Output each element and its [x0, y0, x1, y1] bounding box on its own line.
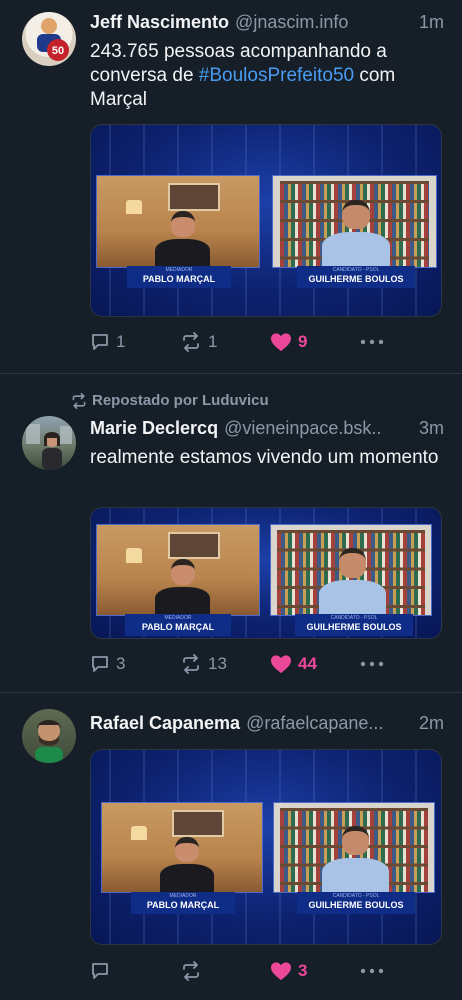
- heart-icon: [271, 333, 291, 352]
- caption-name: GUILHERME BOULOS: [306, 622, 402, 632]
- more-options-button[interactable]: [360, 339, 400, 345]
- video-panel-left: [101, 802, 263, 893]
- author-handle[interactable]: @vieneinpace.bsk..: [224, 418, 411, 439]
- avatar-image: 50: [37, 18, 69, 61]
- post-time[interactable]: 3m: [419, 418, 444, 439]
- author-name[interactable]: Marie Declercq: [90, 418, 218, 439]
- repost-button[interactable]: 1: [180, 332, 270, 352]
- caption-left: MEDIADOR PABLO MARÇAL: [127, 266, 231, 288]
- author-handle[interactable]: @rafaelcapane...: [246, 713, 411, 734]
- heart-icon: [271, 962, 291, 981]
- more-options-button[interactable]: [360, 661, 400, 667]
- repost-icon: [72, 392, 86, 409]
- feed-post[interactable]: 50 Jeff Nascimento @jnascim.info 1m 243.…: [0, 0, 462, 374]
- avatar[interactable]: 50: [22, 12, 76, 66]
- caption-role: CANDIDATO - PSOL: [332, 893, 380, 899]
- caption-left: MEDIADOR PABLO MARÇAL: [131, 892, 235, 914]
- caption-right: CANDIDATO - PSOL GUILHERME BOULOS: [295, 614, 413, 636]
- more-options-button[interactable]: [360, 968, 400, 974]
- post-actions: 1 1 9: [90, 330, 442, 354]
- author-name[interactable]: Jeff Nascimento: [90, 12, 229, 33]
- avatar-image: [26, 424, 72, 470]
- avatar[interactable]: [22, 416, 76, 470]
- caption-name: PABLO MARÇAL: [142, 274, 216, 284]
- caption-role: MEDIADOR: [164, 615, 192, 621]
- reply-count: 1: [116, 332, 126, 351]
- repost-icon: [183, 332, 199, 352]
- repost-icon: [183, 654, 199, 674]
- video-panel-right: [273, 802, 435, 893]
- post-video-thumbnail[interactable]: MEDIADOR PABLO MARÇAL CANDIDATO - PSOL G…: [90, 507, 442, 639]
- reply-count: 3: [116, 654, 126, 673]
- like-count: 3: [298, 961, 308, 980]
- caption-left: MEDIADOR PABLO MARÇAL: [125, 614, 231, 636]
- video-panel-left: [96, 175, 260, 268]
- caption-role: CANDIDATO - PSOL: [332, 267, 380, 273]
- post-actions: 3 13 44: [90, 652, 442, 676]
- repost-button[interactable]: [180, 961, 270, 981]
- post-header: Marie Declercq @vieneinpace.bsk.. 3m: [90, 418, 444, 439]
- feed-post[interactable]: Repostado por Luduvicu Marie Declercq @v…: [0, 374, 462, 693]
- caption-name: GUILHERME BOULOS: [308, 274, 404, 284]
- reply-icon: [92, 963, 108, 979]
- svg-text:50: 50: [52, 45, 64, 57]
- post-video-thumbnail[interactable]: MEDIADOR PABLO MARÇAL CANDIDATO - PSOL G…: [90, 124, 442, 317]
- like-count: 44: [298, 654, 317, 673]
- caption-right: CANDIDATO - PSOL GUILHERME BOULOS: [297, 266, 415, 288]
- author-handle[interactable]: @jnascim.info: [235, 12, 411, 33]
- post-header: Jeff Nascimento @jnascim.info 1m: [90, 12, 444, 33]
- video-panel-right: [270, 524, 432, 616]
- like-count: 9: [298, 332, 308, 351]
- post-video-thumbnail[interactable]: MEDIADOR PABLO MARÇAL CANDIDATO - PSOL G…: [90, 749, 442, 945]
- feed-post[interactable]: Rafael Capanema @rafaelcapane... 2m MEDI…: [0, 693, 462, 1000]
- like-button[interactable]: 3: [270, 961, 360, 981]
- more-icon: [360, 968, 384, 974]
- repost-count: 13: [208, 654, 227, 673]
- post-time[interactable]: 1m: [419, 12, 444, 33]
- avatar[interactable]: [22, 709, 76, 763]
- more-icon: [360, 661, 384, 667]
- repost-count: 1: [208, 332, 218, 351]
- reply-icon: [92, 334, 108, 350]
- repost-indicator[interactable]: Repostado por Luduvicu: [70, 392, 269, 409]
- post-actions: 3: [90, 959, 442, 983]
- reply-button[interactable]: [90, 961, 180, 981]
- like-button[interactable]: 44: [270, 654, 360, 674]
- caption-name: PABLO MARÇAL: [146, 900, 220, 910]
- author-name[interactable]: Rafael Capanema: [90, 713, 240, 734]
- repost-label: Repostado por Luduvicu: [92, 392, 269, 409]
- like-button[interactable]: 9: [270, 332, 360, 352]
- caption-right: CANDIDATO - PSOL GUILHERME BOULOS: [297, 892, 415, 914]
- heart-icon: [271, 655, 291, 674]
- caption-name: GUILHERME BOULOS: [308, 900, 404, 910]
- caption-name: PABLO MARÇAL: [141, 622, 215, 632]
- avatar-image: [35, 720, 63, 763]
- video-panel-right: [272, 175, 437, 268]
- repost-button[interactable]: 13: [180, 654, 270, 674]
- post-time[interactable]: 2m: [419, 713, 444, 734]
- post-text: 243.765 pessoas acompanhando a conversa …: [90, 40, 446, 112]
- caption-role: CANDIDATO - PSOL: [330, 615, 378, 621]
- reply-button[interactable]: 3: [90, 654, 180, 674]
- post-header: Rafael Capanema @rafaelcapane... 2m: [90, 713, 444, 734]
- video-panel-left: [96, 524, 260, 616]
- repost-icon: [183, 961, 199, 981]
- caption-role: MEDIADOR: [165, 267, 193, 273]
- caption-role: MEDIADOR: [169, 893, 197, 899]
- post-text: realmente estamos vivendo um momento: [90, 447, 439, 468]
- reply-button[interactable]: 1: [90, 332, 180, 352]
- reply-icon: [92, 656, 108, 672]
- more-icon: [360, 339, 384, 345]
- hashtag-link[interactable]: #BoulosPrefeito50: [199, 65, 354, 86]
